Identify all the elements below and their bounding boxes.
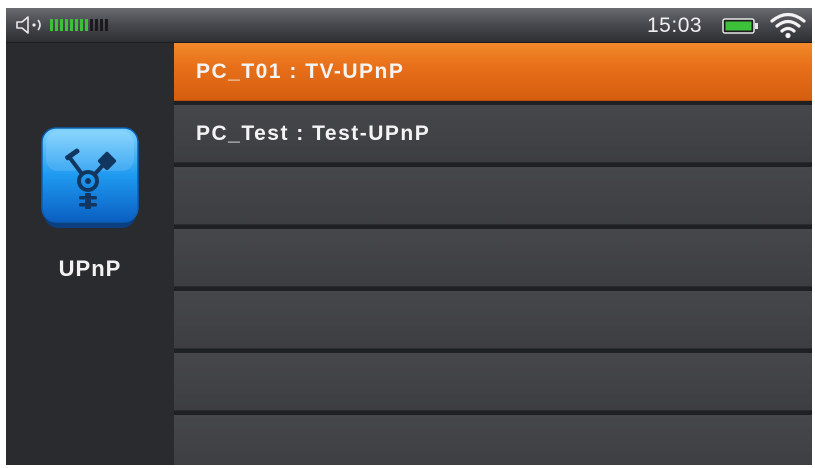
- upnp-icon[interactable]: [40, 126, 140, 230]
- list-item[interactable]: [174, 291, 812, 349]
- app-label: UPnP: [58, 256, 122, 281]
- list-item-label: PC_Test : Test-UPnP: [196, 122, 431, 145]
- app-sidebar: UPnP: [6, 43, 174, 465]
- clock: 15:03: [647, 14, 703, 37]
- battery-icon: [722, 18, 758, 34]
- list-item[interactable]: PC_Test : Test-UPnP: [174, 105, 812, 163]
- signal-bars: [50, 19, 108, 31]
- speaker-icon[interactable]: [14, 15, 48, 35]
- status-bar: 15:03: [6, 8, 812, 43]
- list-item[interactable]: [174, 167, 812, 225]
- device-screen: 15:03 UPnP PC_T01: TV-UPnP PC_Test: Te…: [6, 8, 812, 465]
- device-list: PC_T01 : TV-UPnP PC_Test : Test-UPnP: [174, 43, 812, 465]
- list-item[interactable]: [174, 415, 812, 465]
- wifi-icon: [770, 12, 806, 39]
- list-item[interactable]: [174, 229, 812, 287]
- list-item-label: PC_T01 : TV-UPnP: [196, 60, 405, 83]
- list-item[interactable]: [174, 353, 812, 411]
- list-item-selected[interactable]: PC_T01 : TV-UPnP: [174, 43, 812, 101]
